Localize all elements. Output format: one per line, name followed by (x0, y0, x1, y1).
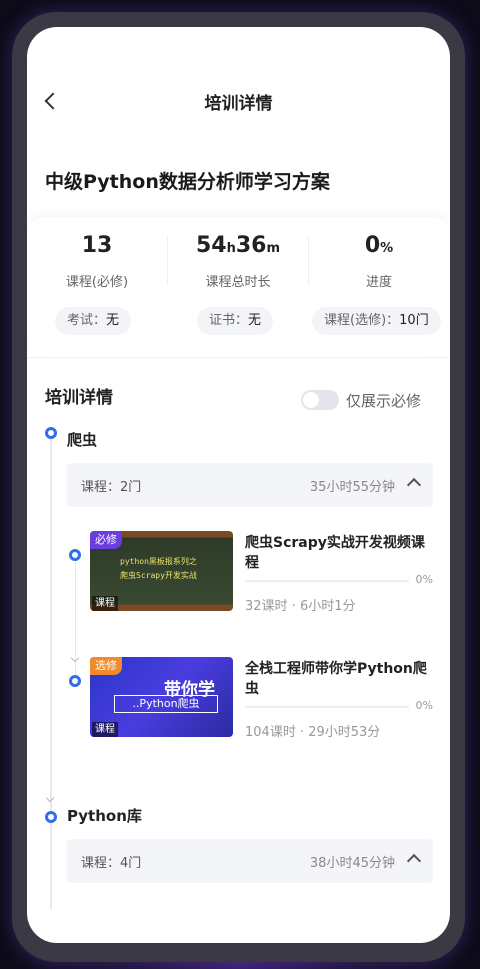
app-screen: 培训详情 中级Python数据分析师学习方案 13 课程(必修) 54h36m … (27, 27, 450, 943)
group-dot (45, 427, 57, 439)
exam-pill: 考试：无 (55, 307, 132, 335)
required-only-toggle[interactable] (301, 390, 339, 410)
required-courses-label: 课程(必修) (65, 275, 129, 290)
timeline-line (50, 439, 52, 909)
top-bar: 培训详情 (27, 27, 450, 177)
required-courses-count: 13 (81, 233, 113, 258)
thumbnail-text: python黑板报系列之 爬虫Scrapy开发实战 (120, 557, 197, 580)
summary-card: 13 课程(必修) 54h36m 课程总时长 0% 进度 考试：无 证书：无 课… (27, 217, 450, 357)
course-item[interactable]: 带你学 ..Python爬虫 选修 课程 全栈工程师带你学Python爬虫 0%… (67, 657, 437, 767)
group-header-bar[interactable]: 课程：2门 35小时55分钟 (67, 463, 433, 507)
chevron-up-icon[interactable] (406, 853, 422, 869)
group-name: 爬虫 (67, 431, 98, 449)
course-meta: 32课时 · 6小时1分 (245, 599, 356, 614)
certificate-pill: 证书：无 (197, 307, 274, 335)
course-type-tag: 课程 (92, 596, 118, 611)
stat-progress: 0% 进度 (309, 233, 449, 290)
elective-pill[interactable]: 课程(选修)：10门 (312, 307, 441, 335)
progress-label: 进度 (365, 275, 392, 290)
required-only-label: 仅展示必修 (346, 392, 422, 410)
thumbnail-subtext: ..Python爬虫 (114, 695, 218, 713)
course-progress-bar (245, 706, 409, 708)
elective-tag: 选修 (90, 657, 122, 675)
total-duration-label: 课程总时长 (205, 275, 271, 290)
course-title[interactable]: 爬虫Scrapy实战开发视频课程 (245, 533, 435, 573)
course-title[interactable]: 全栈工程师带你学Python爬虫 (245, 659, 435, 699)
group-course-count: 课程：2门 (81, 480, 142, 495)
course-type-tag: 课程 (92, 722, 118, 737)
course-dot (69, 549, 81, 561)
group-dot (45, 811, 57, 823)
course-item[interactable]: python黑板报系列之 爬虫Scrapy开发实战 必修 课程 爬虫Scrapy实… (67, 531, 437, 641)
group-duration: 35小时55分钟 (309, 480, 395, 495)
chevron-up-icon[interactable] (406, 477, 422, 493)
course-dot (69, 675, 81, 687)
required-tag: 必修 (90, 531, 122, 549)
details-section-title: 培训详情 (45, 388, 113, 408)
stat-required-courses: 13 课程(必修) (27, 233, 167, 290)
group-course-count: 课程：4门 (81, 856, 142, 871)
group-name: Python库 (67, 807, 142, 825)
course-progress-text: 0% (415, 699, 433, 712)
group-header-bar[interactable]: 课程：4门 38小时45分钟 (67, 839, 433, 883)
section-divider (27, 357, 450, 358)
group-duration: 38小时45分钟 (309, 856, 395, 871)
chevron-down-icon (45, 793, 55, 803)
course-progress-bar (245, 580, 409, 582)
progress-value: 0% (364, 233, 394, 258)
stat-total-duration: 54h36m 课程总时长 (168, 233, 308, 290)
total-duration-value: 54h36m (195, 233, 281, 258)
course-thumbnail[interactable]: 带你学 ..Python爬虫 选修 课程 (90, 657, 233, 737)
page-title: 培训详情 (204, 94, 273, 114)
plan-title: 中级Python数据分析师学习方案 (45, 171, 330, 193)
course-thumbnail[interactable]: python黑板报系列之 爬虫Scrapy开发实战 必修 课程 (90, 531, 233, 611)
course-progress-text: 0% (415, 573, 433, 586)
course-meta: 104课时 · 29小时53分 (245, 725, 381, 740)
